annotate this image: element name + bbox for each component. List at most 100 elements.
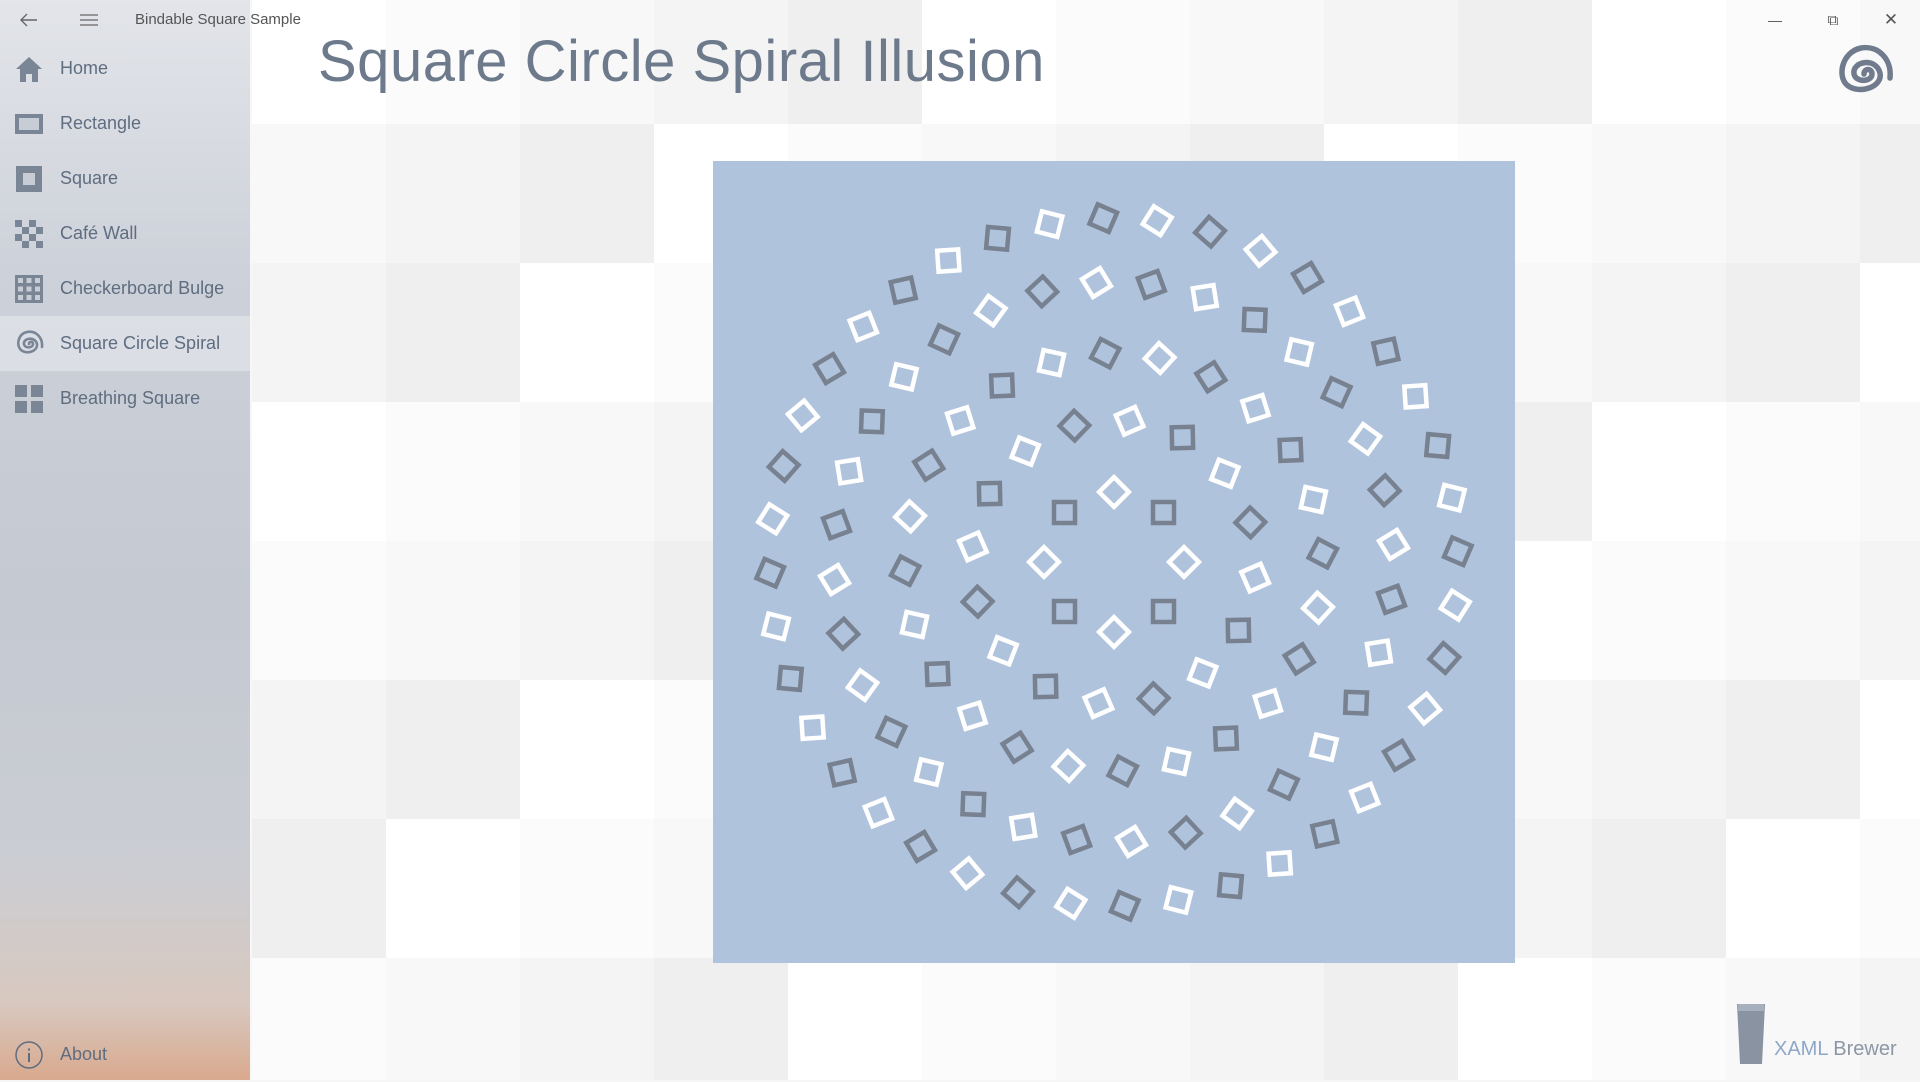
illusion-square	[1192, 213, 1229, 250]
illusion-square	[765, 447, 802, 484]
illusion-square	[760, 610, 792, 642]
brand-text: XAML Brewer	[1774, 1038, 1897, 1061]
illusion-square	[1078, 265, 1114, 301]
nav-item-square[interactable]: Square	[0, 151, 250, 206]
illusion-square	[899, 609, 930, 640]
nav-item-breathing-square[interactable]: Breathing Square	[0, 371, 250, 426]
cafe-wall-icon	[14, 219, 44, 249]
illusion-square	[1238, 560, 1272, 595]
illusion-square	[1088, 335, 1123, 371]
brand-xaml: XAML	[1774, 1038, 1828, 1060]
nav-label: Checkerboard Bulge	[60, 278, 225, 298]
illusion-square	[812, 351, 847, 387]
illusion-square	[1051, 598, 1078, 625]
nav-item-home[interactable]: Home	[0, 41, 250, 96]
illusion-square	[1134, 268, 1168, 301]
illusion-square	[1165, 543, 1203, 581]
illusion-square	[817, 562, 853, 598]
illusion-square	[1162, 884, 1194, 916]
nav-label: Square Circle Spiral	[60, 333, 221, 353]
background-tile	[386, 958, 520, 1080]
illusion-square	[784, 397, 821, 434]
illusion-square	[973, 292, 1009, 329]
illusion-square	[1081, 686, 1116, 720]
illusion-square	[1364, 638, 1394, 668]
ring-1	[1025, 473, 1203, 651]
illusion-square	[999, 729, 1035, 765]
checkerboard-bulge-icon	[14, 274, 44, 304]
illusion-square	[1150, 499, 1177, 526]
illusion-square	[960, 790, 987, 818]
hamburger-menu-button[interactable]	[66, 0, 112, 40]
back-button[interactable]	[6, 0, 52, 40]
back-arrow-icon	[20, 13, 37, 27]
illusion-square	[1114, 823, 1150, 859]
illusion-square	[988, 372, 1016, 399]
illusion-square	[1161, 746, 1192, 777]
background-tile	[252, 541, 386, 680]
nav-label: Home	[60, 58, 109, 78]
background-tile	[252, 680, 386, 819]
spiral-icon	[14, 329, 44, 359]
illusion-square	[1370, 335, 1402, 367]
close-button[interactable]: ✕	[1868, 0, 1914, 40]
illusion-square	[1366, 472, 1403, 509]
maximize-button[interactable]: ⧉	[1810, 0, 1856, 40]
illusion-square	[949, 855, 986, 892]
illusion-square	[1289, 260, 1325, 295]
illusion-square	[1034, 208, 1066, 240]
illusion-square	[1309, 818, 1341, 850]
illusion-square	[1024, 273, 1061, 310]
beer-glass-icon	[1737, 1004, 1765, 1064]
background-tile	[252, 263, 386, 402]
background-tile	[1860, 263, 1920, 402]
ring-5	[753, 201, 1475, 923]
minimize-button[interactable]: —	[1752, 0, 1798, 40]
nav-item-square-circle-spiral[interactable]: Square Circle Spiral	[0, 316, 250, 371]
breathing-square-icon	[14, 384, 44, 414]
illusion-square	[1401, 382, 1430, 410]
illusion-square	[1308, 731, 1340, 763]
illusion-square	[1105, 753, 1140, 789]
background-tile	[520, 819, 654, 958]
nav-list: Home Rectangle Square Café Wall Checkerb…	[0, 41, 250, 426]
illusion-square	[1150, 598, 1177, 625]
background-tile	[386, 819, 520, 958]
nav-label: Breathing Square	[60, 388, 201, 408]
illusion-square	[844, 667, 881, 703]
background-tile	[1190, 958, 1324, 1080]
illusion-square	[1266, 767, 1301, 802]
background-tile	[1458, 958, 1592, 1080]
background-tile	[520, 680, 654, 819]
illusion-square	[1281, 641, 1317, 677]
illusion-square	[1025, 543, 1063, 581]
illusion-square	[1032, 673, 1059, 700]
illusion-square	[1051, 499, 1078, 526]
illusion-square	[1305, 536, 1341, 571]
nav-item-about[interactable]: About	[0, 1027, 250, 1082]
background-tile	[520, 541, 654, 680]
background-tile	[520, 958, 654, 1080]
illusion-square	[798, 714, 827, 742]
background-tile	[386, 124, 520, 263]
illusion-square	[1053, 885, 1089, 921]
nav-label: Café Wall	[60, 223, 138, 243]
background-tile	[1860, 819, 1920, 958]
background-tile	[1592, 402, 1726, 541]
nav-item-checkerboard-bulge[interactable]: Checkerboard Bulge	[0, 261, 250, 316]
background-tile	[252, 124, 386, 263]
illusion-square	[1036, 347, 1067, 378]
illusion-square	[1426, 640, 1463, 677]
hamburger-menu-icon	[80, 14, 98, 26]
nav-label: Rectangle	[60, 113, 142, 133]
background-tile	[1056, 958, 1190, 1080]
illusion-square	[1050, 747, 1087, 784]
illusion-square	[1283, 336, 1315, 368]
background-tile	[252, 958, 386, 1080]
illusion-square	[1241, 306, 1268, 334]
illusion-square	[983, 224, 1012, 253]
ring-3	[887, 335, 1341, 789]
background-tile	[386, 263, 520, 402]
nav-item-rectangle[interactable]: Rectangle	[0, 96, 250, 151]
nav-item-cafe-wall[interactable]: Café Wall	[0, 206, 250, 261]
